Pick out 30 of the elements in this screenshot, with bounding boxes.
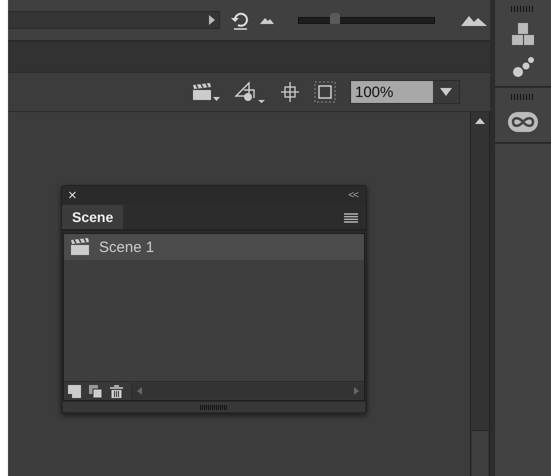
clip-frame-icon[interactable] [314,81,336,103]
zoom-dropdown[interactable]: 100% [350,80,460,104]
scene-row[interactable]: Scene 1 [64,234,364,260]
right-arrow-icon [209,15,215,25]
linked-rings-icon[interactable] [507,110,539,134]
menu-icon[interactable] [344,213,358,223]
clapperboard-icon [69,238,91,256]
grip-handle[interactable] [200,404,228,410]
zoom-value: 100% [351,81,433,103]
caret-icon [440,88,452,96]
vertical-scrollbar[interactable] [470,112,490,476]
dots-icon[interactable] [512,56,534,78]
dropdown-field[interactable] [8,11,220,29]
collapse-button[interactable]: << [348,190,358,200]
new-scene-icon[interactable] [68,384,81,398]
up-arrow-icon[interactable] [475,118,485,124]
stacked-boxes-icon[interactable] [511,22,535,46]
scene-name: Scene 1 [99,238,154,256]
panel-tab[interactable]: Scene [62,205,124,229]
scrollbar-thumb[interactable] [472,430,488,476]
duplicate-icon[interactable] [89,384,102,398]
rotate-icon[interactable] [230,10,250,30]
small-mountain-icon[interactable] [260,16,274,24]
slider-thumb[interactable] [330,12,340,24]
clapperboard-icon[interactable] [191,83,220,101]
crosshair-icon[interactable] [280,81,300,103]
large-mountain-icon[interactable] [461,14,487,26]
shapes-icon[interactable] [234,81,266,103]
trash-icon[interactable] [110,384,123,398]
close-button[interactable]: × [68,188,77,202]
